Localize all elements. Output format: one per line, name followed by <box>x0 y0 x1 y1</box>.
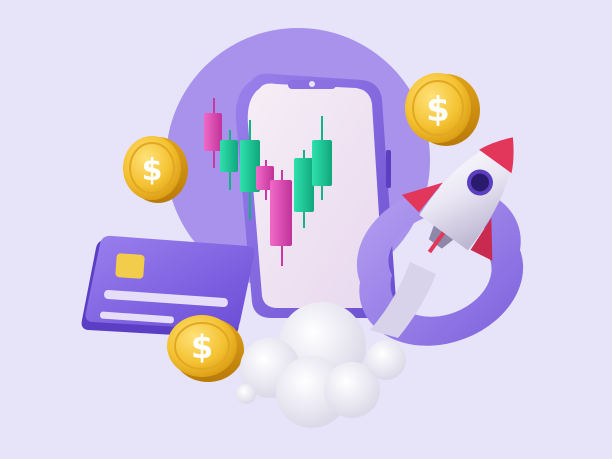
coin-symbol: $ <box>142 153 163 188</box>
card-chip <box>115 253 145 279</box>
coin-symbol: $ <box>426 90 450 130</box>
candle <box>312 140 332 186</box>
candle <box>294 158 314 212</box>
candle <box>204 113 222 151</box>
coin-symbol: $ <box>191 328 213 366</box>
credit-card-icon <box>81 235 255 338</box>
candle <box>220 140 238 172</box>
dollar-coin-icon: $ <box>123 136 188 203</box>
candle <box>270 180 292 246</box>
fintech-3d-illustration: $ $ $ <box>81 28 524 428</box>
